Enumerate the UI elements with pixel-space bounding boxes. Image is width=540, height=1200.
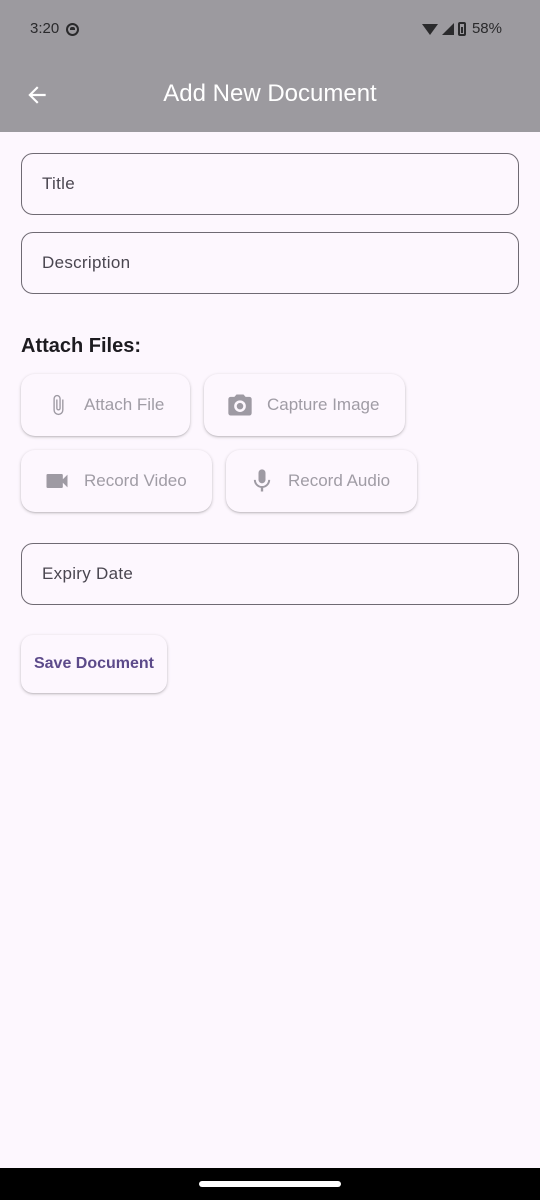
capture-image-label: Capture Image (267, 395, 380, 414)
save-document-button[interactable]: Save Document (21, 635, 167, 693)
screen: 3:20 58% Add New Document Title Descript… (0, 0, 540, 1200)
record-audio-label: Record Audio (288, 471, 391, 490)
page-title: Add New Document (163, 80, 377, 107)
status-icons: 58% (421, 20, 502, 37)
battery-icon (457, 21, 466, 36)
expiry-date-field-label: Expiry Date (42, 564, 134, 583)
title-field[interactable]: Title (21, 153, 519, 215)
record-video-label: Record Video (84, 471, 187, 490)
camera-icon (226, 374, 254, 436)
battery-percent: 58% (471, 20, 502, 37)
app-bar: Add New Document (0, 60, 540, 132)
capture-image-button[interactable]: Capture Image (204, 374, 405, 436)
record-video-button[interactable]: Record Video (21, 450, 212, 512)
description-field[interactable]: Description (21, 232, 519, 294)
microphone-icon (248, 450, 276, 512)
status-bar: 3:20 58% (0, 0, 540, 60)
signal-icon (441, 22, 454, 35)
expiry-date-field[interactable]: Expiry Date (21, 543, 519, 605)
videocam-icon (43, 450, 71, 512)
attach-files-heading: Attach Files: (21, 335, 142, 357)
home-indicator[interactable] (199, 1181, 341, 1187)
system-nav-bar (0, 1168, 540, 1200)
attach-file-label: Attach File (84, 395, 165, 414)
description-field-label: Description (42, 253, 131, 272)
notification-icon (66, 23, 79, 36)
paperclip-icon (45, 374, 71, 436)
record-audio-button[interactable]: Record Audio (226, 450, 417, 512)
status-time: 3:20 (30, 20, 60, 37)
title-field-label: Title (42, 174, 75, 193)
wifi-icon (421, 24, 438, 35)
save-document-label: Save Document (33, 655, 155, 672)
attach-file-button[interactable]: Attach File (21, 374, 190, 436)
